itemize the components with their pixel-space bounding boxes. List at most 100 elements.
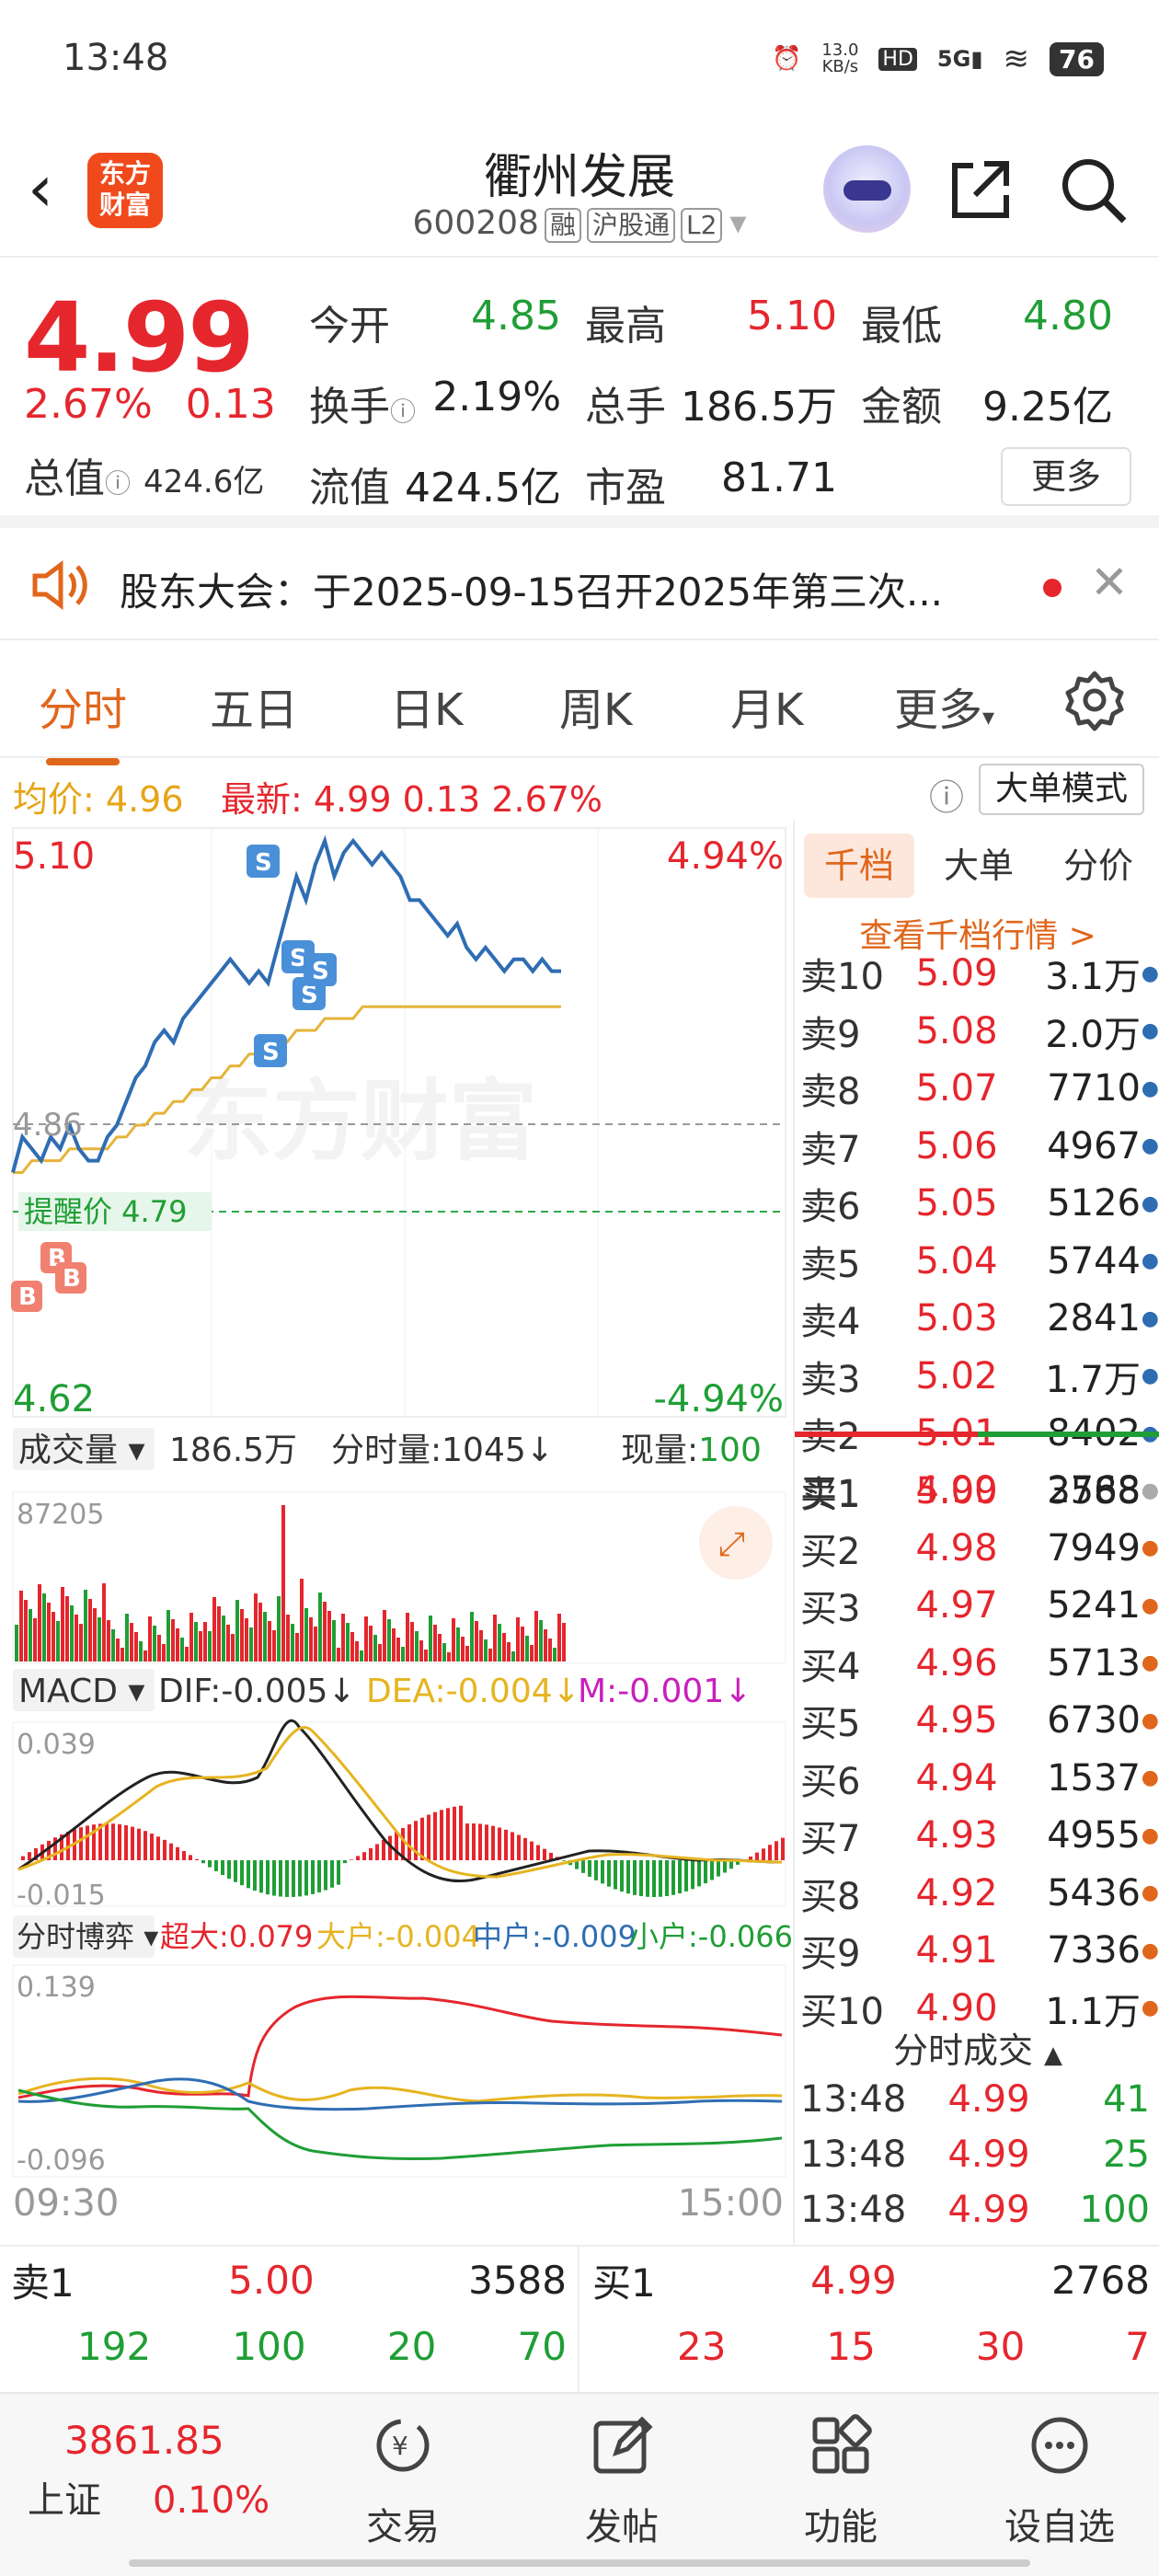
tab-price-dist[interactable]: 分价 bbox=[1043, 834, 1153, 898]
tab-more[interactable]: 更多▾ bbox=[894, 673, 994, 738]
tab-weekly-k[interactable]: 周K bbox=[559, 673, 632, 738]
sells-row[interactable]: 卖10 5.09 3.1万 ● bbox=[800, 948, 1159, 999]
alert-label[interactable]: 提醒价 4.79 bbox=[24, 1194, 187, 1229]
volume-total: 186.5万 bbox=[169, 1432, 297, 1469]
macd-bar bbox=[601, 1860, 604, 1884]
sells-row[interactable]: 卖6 5.05 5126 ● bbox=[800, 1178, 1159, 1229]
volume-bar bbox=[309, 1617, 313, 1662]
volume-bar bbox=[88, 1599, 92, 1662]
volume-bar bbox=[222, 1616, 225, 1662]
big-order-mode-button[interactable]: 大单模式 bbox=[979, 764, 1144, 815]
macd-bar bbox=[279, 1860, 282, 1897]
level-dot-icon: ● bbox=[1141, 1249, 1159, 1272]
post-tab[interactable]: 发帖 bbox=[539, 2412, 705, 2550]
settings-gear-icon[interactable] bbox=[1062, 668, 1127, 732]
share-icon[interactable] bbox=[947, 156, 1014, 223]
price-change: 2.67% 0.13 bbox=[24, 381, 276, 428]
pe-ratio: 市盈 81.71 bbox=[585, 454, 837, 512]
level-volume: 7949 bbox=[1047, 1526, 1141, 1570]
ticks-header[interactable]: 分时成交 ▲ bbox=[795, 2022, 1159, 2073]
macd-bar bbox=[530, 1841, 534, 1860]
buys-row[interactable]: 买7 4.93 4955 ● bbox=[800, 1810, 1159, 1861]
tab-5day[interactable]: 五日 bbox=[210, 673, 298, 738]
macd-bar bbox=[227, 1860, 231, 1880]
buys-row[interactable]: 买1 4.99 2768 ● bbox=[800, 1465, 1159, 1516]
assistant-robot-icon[interactable] bbox=[823, 145, 911, 233]
macd-bar bbox=[343, 1860, 347, 1864]
tab-daily-k[interactable]: 日K bbox=[390, 673, 463, 738]
macd-bar bbox=[697, 1860, 701, 1887]
volume-bar bbox=[125, 1614, 129, 1662]
book-divider bbox=[795, 1432, 1159, 1437]
total-volume: 总手 186.5万 bbox=[585, 384, 837, 431]
tab-thousand-level[interactable]: 千档 bbox=[804, 834, 914, 898]
macd-bar bbox=[536, 1845, 540, 1860]
volume-bar bbox=[42, 1593, 46, 1662]
buys-row[interactable]: 买6 4.94 1537 ● bbox=[800, 1753, 1159, 1804]
volume-bar bbox=[291, 1624, 294, 1662]
level-volume: 5241 bbox=[1047, 1584, 1141, 1627]
search-icon[interactable] bbox=[1058, 155, 1128, 224]
volume-bar bbox=[240, 1609, 244, 1662]
net-speed: 13.0 KB/s bbox=[821, 40, 859, 76]
volume-bar bbox=[392, 1628, 396, 1662]
more-button[interactable]: 更多 bbox=[1001, 447, 1131, 506]
intraday-chart-area[interactable]: 东方财富 提醒价 4.79 5.10 4.62 4.94% -4.94% 4.8… bbox=[0, 821, 793, 2247]
volume-bar bbox=[562, 1623, 566, 1662]
queue-item: 20 bbox=[386, 2323, 437, 2369]
volume-bar bbox=[111, 1629, 115, 1662]
dropdown-icon[interactable]: ▾ bbox=[729, 204, 746, 242]
macd-bar bbox=[478, 1823, 482, 1860]
volume-bar bbox=[433, 1625, 437, 1662]
tab-big-order[interactable]: 大单 bbox=[924, 834, 1034, 898]
tab-monthly-k[interactable]: 月K bbox=[730, 673, 803, 738]
buys-row[interactable]: 买8 4.92 5436 ● bbox=[800, 1868, 1159, 1919]
volume-max: 87205 bbox=[17, 1499, 104, 1531]
watermark: 东方财富 bbox=[184, 1070, 537, 1173]
sells-row[interactable]: 卖4 5.03 2841 ● bbox=[800, 1293, 1159, 1344]
help-icon[interactable]: ⓘ bbox=[929, 769, 964, 820]
bottom-tab-bar: 3861.85 上证 0.10% ¥ 交易 发帖 功能 设自选 bbox=[0, 2392, 1159, 2576]
macd-bar bbox=[562, 1860, 566, 1861]
trade-tab[interactable]: ¥ 交易 bbox=[320, 2412, 486, 2550]
volume-bar bbox=[373, 1635, 377, 1662]
buys-row[interactable]: 买5 4.95 6730 ● bbox=[800, 1695, 1159, 1746]
level-dot-icon: ● bbox=[1141, 1306, 1159, 1330]
volume-bar bbox=[208, 1631, 212, 1662]
add-watchlist-tab[interactable]: 设自选 bbox=[977, 2412, 1142, 2550]
buys-row[interactable]: 买9 4.91 7336 ● bbox=[800, 1925, 1159, 1976]
sells-row[interactable]: 卖8 5.07 7710 ● bbox=[800, 1063, 1159, 1114]
tab-intraday[interactable]: 分时 bbox=[39, 673, 127, 765]
turnover-rate: 换手ⓘ 2.19% bbox=[309, 374, 561, 431]
level-label: 买3 bbox=[800, 1588, 861, 1630]
notice-bar[interactable]: 股东大会：于2025-09-15召开2025年第三次... ✕ bbox=[0, 528, 1159, 640]
buys-row[interactable]: 买2 4.98 7949 ● bbox=[800, 1523, 1159, 1574]
sells-row[interactable]: 卖9 5.08 2.0万 ● bbox=[800, 1006, 1159, 1057]
level-dot-icon: ● bbox=[1141, 1823, 1159, 1847]
buys-row[interactable]: 买4 4.96 5713 ● bbox=[800, 1638, 1159, 1689]
tick-row: 13:48 4.99 41 bbox=[800, 2074, 1159, 2125]
sells-row[interactable]: 卖3 5.02 1.7万 ● bbox=[800, 1351, 1159, 1402]
sells-row[interactable]: 卖5 5.04 5744 ● bbox=[800, 1236, 1159, 1287]
volume-bar bbox=[143, 1650, 147, 1662]
level-label: 卖10 bbox=[800, 956, 884, 998]
chart-svg[interactable]: 东方财富 提醒价 4.79 5.10 4.62 4.94% -4.94% 4.8… bbox=[0, 821, 793, 2247]
macd-label[interactable]: MACD ▾ bbox=[18, 1673, 144, 1710]
features-tab[interactable]: 功能 bbox=[758, 2412, 924, 2550]
volume-bar bbox=[130, 1623, 133, 1662]
queue-item: 100 bbox=[232, 2323, 306, 2369]
volume-bar bbox=[484, 1639, 488, 1662]
index-ticker[interactable]: 3861.85 上证 0.10% bbox=[28, 2418, 322, 2524]
level-label: 买4 bbox=[800, 1645, 861, 1688]
game-label[interactable]: 分时博弈 ▾ bbox=[17, 1919, 158, 1954]
volume-label[interactable]: 成交量 ▾ bbox=[18, 1432, 145, 1469]
level-price: 4.98 bbox=[915, 1526, 998, 1570]
close-icon[interactable]: ✕ bbox=[1090, 556, 1129, 609]
volume-bar bbox=[521, 1627, 524, 1662]
expand-icon[interactable]: ⤢ bbox=[718, 1525, 745, 1563]
sells-row[interactable]: 卖7 5.06 4967 ● bbox=[800, 1121, 1159, 1172]
buys-row[interactable]: 买3 4.97 5241 ● bbox=[800, 1580, 1159, 1631]
low-price: 最低 4.80 bbox=[861, 293, 1113, 350]
buy1-vol: 2768 bbox=[1051, 2257, 1150, 2303]
smallplayer-line bbox=[17, 2088, 783, 2161]
